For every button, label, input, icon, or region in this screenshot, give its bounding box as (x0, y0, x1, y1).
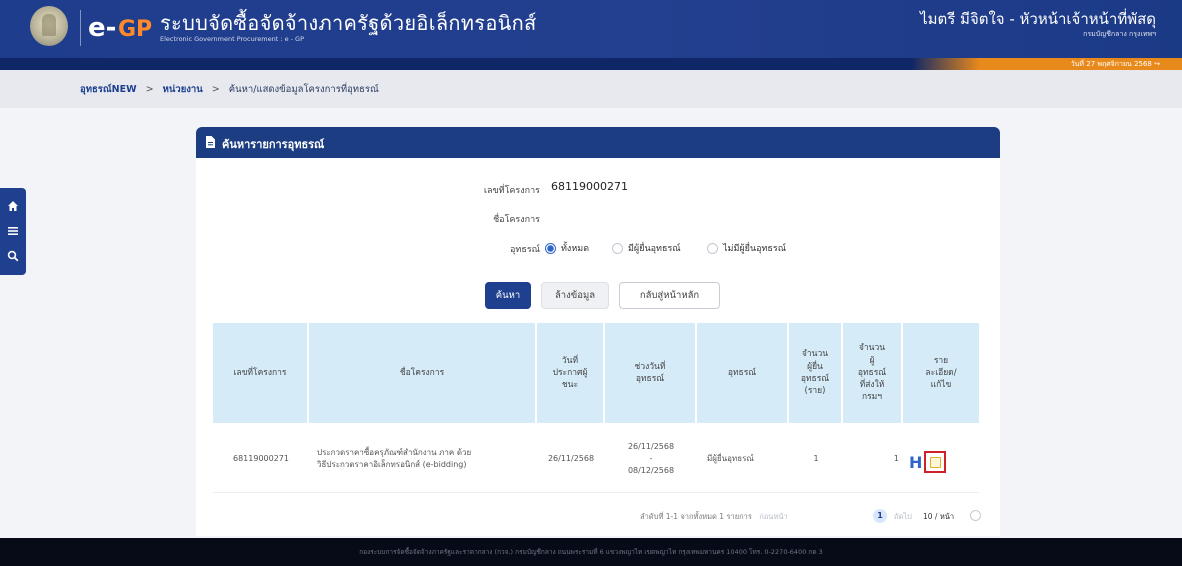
pagination-info: ลำดับที่ 1-1 จากทั้งหมด 1 รายการ ก่อนหน้… (640, 511, 788, 523)
home-icon[interactable] (3, 196, 23, 216)
edit-document-button[interactable] (924, 451, 946, 473)
search-button[interactable]: ค้นหา (485, 282, 531, 309)
radio-unselected[interactable] (707, 242, 718, 254)
panel-title: ค้นหารายการอุทธรณ์ (222, 138, 325, 151)
appeal-option-no-appellant[interactable]: ไม่มีผู้ยื่นอุทธรณ์ (707, 241, 786, 255)
history-icon[interactable]: H (909, 453, 922, 472)
appeal-option-has-appellant-label: มีผู้ยื่นอุทธรณ์ (628, 244, 681, 254)
page-size-select[interactable]: 10 / หน้า (923, 511, 954, 523)
clear-button[interactable]: ล้างข้อมูล (541, 282, 609, 309)
cell-project-no: 68119000271 (233, 454, 289, 463)
column-header-announce-date: วันที่ ประกาศผู้ ชนะ (537, 323, 605, 423)
appeal-option-has-appellant[interactable]: มีผู้ยื่นอุทธรณ์ (612, 241, 681, 255)
cell-appellant-count: 1 (813, 454, 819, 463)
column-header-appellant-count: จำนวน ผู้ยื่น อุทธรณ์ (ราย) (789, 323, 843, 423)
column-header-project-no: เลขที่โครงการ (213, 323, 309, 423)
user-name[interactable]: ไมตรี มีจิตใจ - หัวหน้าเจ้าหน้าที่พัสดุ (920, 7, 1156, 31)
breadcrumb-separator: > (145, 84, 154, 95)
appeal-option-no-appellant-label: ไม่มีผู้ยื่นอุทธรณ์ (723, 244, 787, 254)
column-header-forwarded-count: จำนวน ผู้ อุทธรณ์ ที่ส่งให้ กรมฯ (843, 323, 903, 423)
user-department: กรมบัญชีกลาง กรุงเทพฯ (1083, 30, 1156, 38)
column-header-appeal-period: ช่วงวันที่ อุทธรณ์ (605, 323, 697, 423)
footer-text: กองระบบการจัดซื้อจัดจ้างภาครัฐและราคากลา… (359, 548, 823, 556)
breadcrumb-item-agency[interactable]: หน่วยงาน (163, 84, 203, 95)
svg-text:GP: GP (118, 17, 152, 42)
column-header-actions: ราย ละเอียด/ แก้ไข (925, 355, 957, 391)
panel-header: ค้นหารายการอุทธรณ์ (196, 127, 1000, 158)
top-header: e- GP ระบบจัดซื้อจัดจ้างภาครัฐด้วยอิเล็ก… (0, 0, 1182, 58)
project-name-value[interactable] (551, 210, 811, 224)
radio-selected[interactable] (545, 242, 556, 254)
cell-appeal-period: 26/11/2568 - 08/12/2568 (627, 442, 675, 475)
pagination-current-page[interactable]: 1 (873, 509, 887, 523)
project-no-value[interactable]: 68119000271 (551, 180, 628, 193)
system-subtitle: Electronic Government Procurement : e - … (160, 35, 304, 43)
cell-appeal-status: มีผู้ยื่นอุทธรณ์ (707, 454, 754, 463)
svg-text:e-: e- (88, 13, 116, 43)
project-name-label: ชื่อโครงการ (493, 215, 540, 225)
breadcrumb-item-appeal[interactable]: อุทธรณ์NEW (80, 84, 137, 95)
logout-icon[interactable]: ↪ (1154, 60, 1160, 68)
table-header: เลขที่โครงการ ชื่อโครงการ วันที่ ประกาศผ… (213, 323, 979, 423)
appeal-option-all-label: ทั้งหมด (561, 244, 590, 254)
document-icon (206, 136, 215, 148)
pagination-next[interactable]: ถัดไป (894, 511, 912, 523)
appeal-filter-label: อุทธรณ์ (509, 245, 540, 255)
breadcrumb-separator: > (211, 84, 220, 95)
search-icon[interactable] (3, 246, 23, 266)
cell-announce-date: 26/11/2568 (547, 454, 595, 463)
pagination: ลำดับที่ 1-1 จากทั้งหมด 1 รายการ ก่อนหน้… (640, 509, 985, 523)
page-footer: กองระบบการจัดซื้อจัดจ้างภาครัฐและราคากลา… (0, 538, 1182, 566)
project-no-label: เลขที่โครงการ (483, 186, 540, 196)
column-header-appeal: อุทธรณ์ (697, 323, 789, 423)
edit-document-icon (930, 457, 941, 468)
breadcrumb: อุทธรณ์NEW > หน่วยงาน > ค้นหา/แสดงข้อมูล… (0, 70, 1182, 108)
radio-unselected[interactable] (612, 242, 623, 254)
header-divider (80, 10, 81, 46)
menu-icon[interactable] (3, 221, 23, 241)
appeal-option-all[interactable]: ทั้งหมด (545, 241, 589, 255)
egp-logo: e- GP (88, 13, 152, 43)
column-header-project-name: ชื่อโครงการ (309, 323, 537, 423)
cell-project-name: ประกวดราคาซื้อครุภัณฑ์สำนักงาน ภาค ด้วย … (317, 448, 472, 469)
cell-forwarded-count: 1 (893, 454, 899, 463)
left-quick-dock (0, 188, 26, 275)
pagination-prev[interactable]: ก่อนหน้า (759, 512, 787, 521)
government-emblem-logo (30, 6, 68, 46)
current-date: วันที่ 27 พฤศจิกายน 2568 ↪ (1071, 59, 1160, 70)
breadcrumb-item-current: ค้นหา/แสดงข้อมูลโครงการที่อุทธรณ์ (228, 84, 379, 95)
chevron-down-icon[interactable] (970, 510, 981, 521)
current-date-label: วันที่ 27 พฤศจิกายน 2568 (1070, 60, 1152, 68)
back-home-button[interactable]: กลับสู่หน้าหลัก (619, 282, 720, 309)
pagination-summary: ลำดับที่ 1-1 จากทั้งหมด 1 รายการ (640, 512, 752, 521)
